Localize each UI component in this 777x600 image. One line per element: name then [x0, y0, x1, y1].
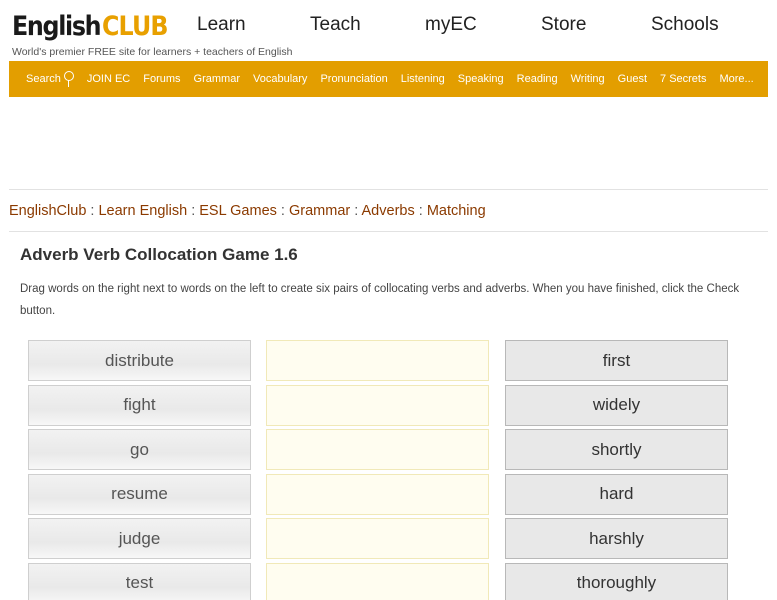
- englishclub-logo[interactable]: English CLUB: [12, 4, 177, 42]
- page-title: Adverb Verb Collocation Game 1.6: [20, 245, 298, 264]
- adverb-tile[interactable]: thoroughly: [505, 562, 728, 600]
- site-header: English CLUB World's premier FREE site f…: [0, 0, 777, 60]
- breadcrumb-adverbs[interactable]: Adverbs: [362, 203, 415, 219]
- breadcrumb-separator: :: [418, 203, 427, 219]
- nav-schools[interactable]: Schools: [651, 14, 719, 36]
- breadcrumb: EnglishClub : Learn English : ESL Games …: [9, 203, 486, 219]
- menu-search-label: Search: [26, 73, 61, 85]
- verb-column: distribute fight go resume judge test: [28, 340, 251, 600]
- menu-reading[interactable]: Reading: [517, 73, 558, 85]
- menu-search[interactable]: Search: [26, 71, 74, 87]
- menu-speaking[interactable]: Speaking: [458, 73, 504, 85]
- menu-forums[interactable]: Forums: [143, 73, 180, 85]
- main-menu-bar: Search JOIN EC Forums Grammar Vocabulary…: [9, 61, 768, 97]
- ad-divider: [9, 189, 768, 190]
- adverb-column: first widely shortly hard harshly thorou…: [505, 340, 728, 600]
- verb-card: fight: [28, 384, 251, 426]
- drop-slot[interactable]: [266, 384, 489, 426]
- logo-english-text: English: [12, 11, 102, 42]
- menu-pronunciation[interactable]: Pronunciation: [320, 73, 387, 85]
- nav-myec[interactable]: myEC: [425, 14, 541, 36]
- menu-writing[interactable]: Writing: [571, 73, 605, 85]
- breadcrumb-separator: :: [280, 203, 289, 219]
- breadcrumb-englishclub[interactable]: EnglishClub: [9, 203, 86, 219]
- search-icon: [63, 71, 74, 87]
- adverb-tile[interactable]: hard: [505, 473, 728, 515]
- adverb-tile[interactable]: harshly: [505, 518, 728, 560]
- breadcrumb-grammar[interactable]: Grammar: [289, 203, 350, 219]
- menu-join-ec[interactable]: JOIN EC: [87, 73, 130, 85]
- drop-slot[interactable]: [266, 429, 489, 471]
- menu-guest[interactable]: Guest: [618, 73, 647, 85]
- verb-card: test: [28, 562, 251, 600]
- drop-slot[interactable]: [266, 518, 489, 560]
- drop-slot[interactable]: [266, 340, 489, 381]
- content-divider: [9, 231, 768, 232]
- top-nav: Learn Teach myEC Store Schools: [197, 14, 719, 36]
- adverb-tile[interactable]: first: [505, 340, 728, 381]
- breadcrumb-matching[interactable]: Matching: [427, 203, 486, 219]
- adverb-tile[interactable]: shortly: [505, 429, 728, 471]
- adverb-tile[interactable]: widely: [505, 384, 728, 426]
- menu-vocabulary[interactable]: Vocabulary: [253, 73, 307, 85]
- menu-listening[interactable]: Listening: [401, 73, 445, 85]
- drop-slot[interactable]: [266, 562, 489, 600]
- menu-grammar[interactable]: Grammar: [194, 73, 240, 85]
- drop-zone-column: [266, 340, 489, 600]
- nav-store[interactable]: Store: [541, 14, 651, 36]
- menu-more[interactable]: More...: [719, 73, 753, 85]
- verb-card: resume: [28, 473, 251, 515]
- verb-card: judge: [28, 518, 251, 560]
- drop-slot[interactable]: [266, 473, 489, 515]
- game-instructions: Drag words on the right next to words on…: [20, 283, 740, 317]
- breadcrumb-separator: :: [354, 203, 362, 219]
- site-tagline: World's premier FREE site for learners +…: [12, 46, 293, 58]
- verb-card: go: [28, 429, 251, 471]
- verb-card: distribute: [28, 340, 251, 381]
- menu-7-secrets[interactable]: 7 Secrets: [660, 73, 706, 85]
- nav-teach[interactable]: Teach: [310, 14, 425, 36]
- logo-club-text: CLUB: [102, 11, 168, 42]
- breadcrumb-esl-games[interactable]: ESL Games: [199, 203, 277, 219]
- nav-learn[interactable]: Learn: [197, 14, 310, 36]
- breadcrumb-learn-english[interactable]: Learn English: [98, 203, 187, 219]
